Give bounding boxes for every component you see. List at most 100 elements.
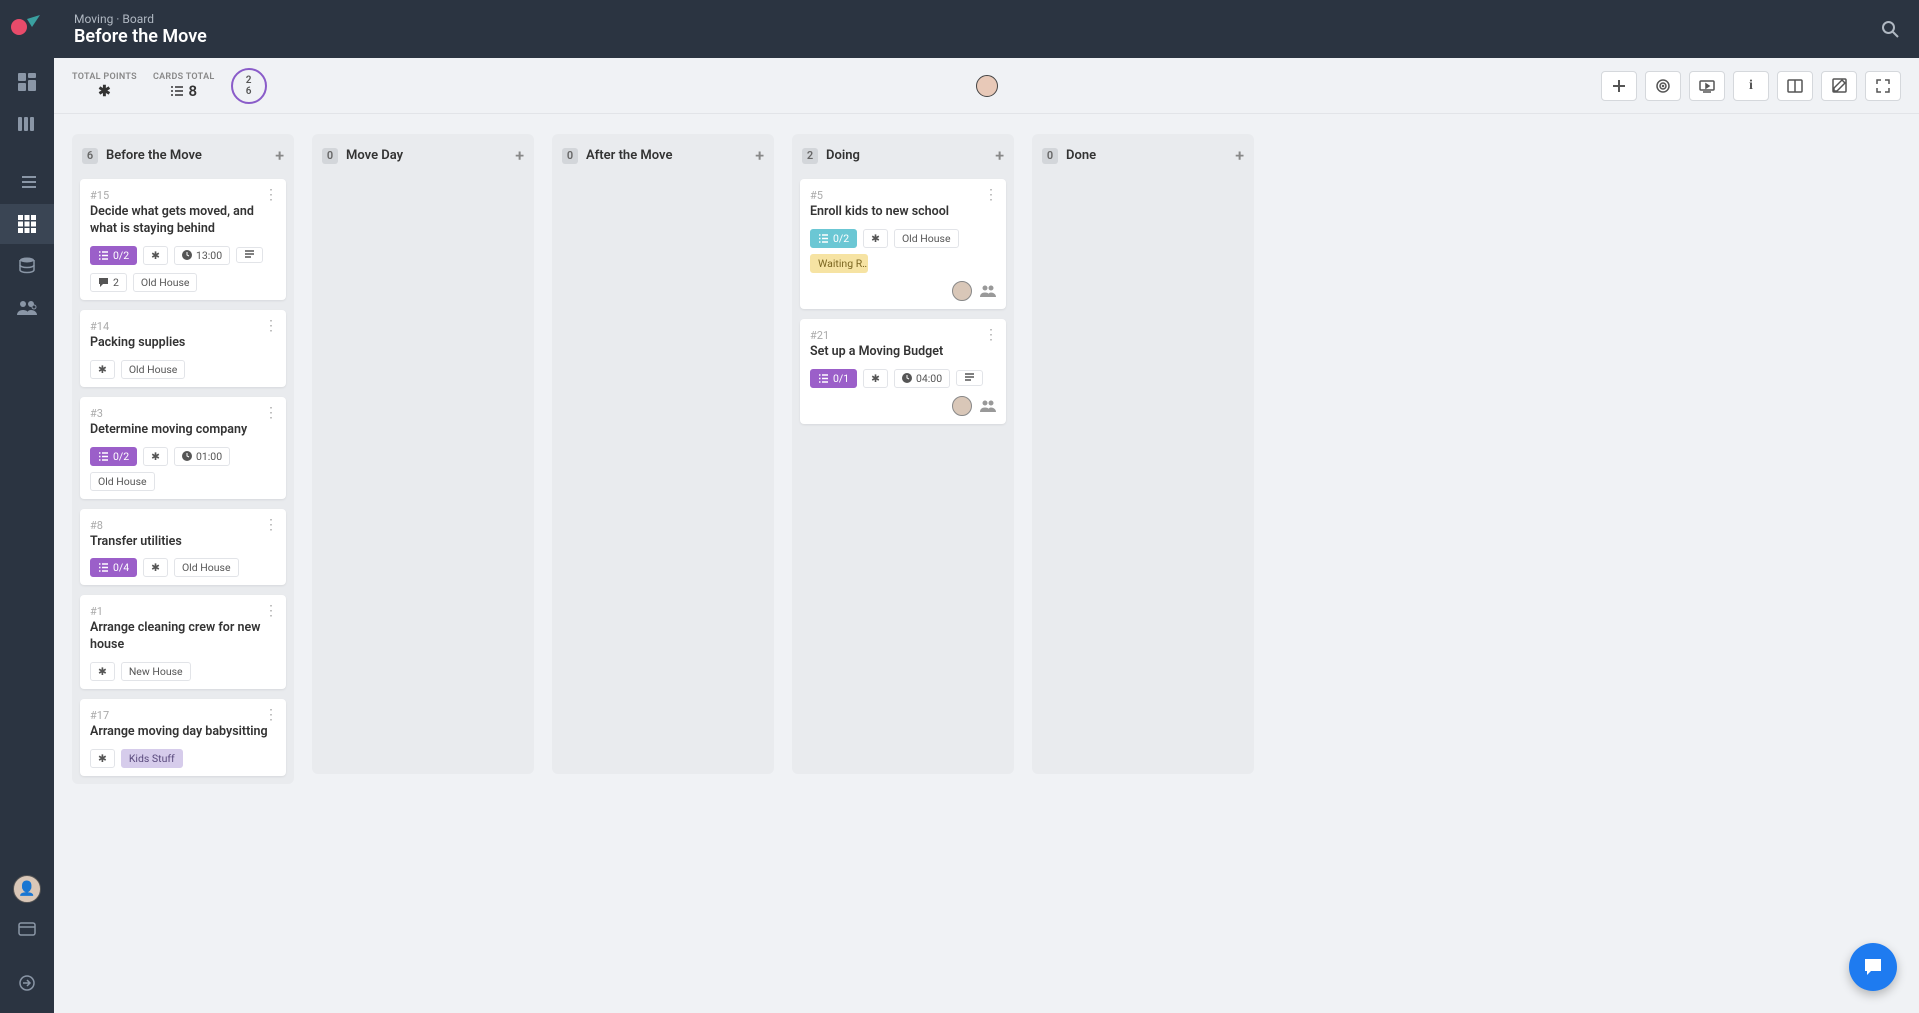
time-badge: 01:00 — [174, 447, 230, 466]
tag-badge: Kids Stuff — [121, 749, 183, 768]
card-id: #8 — [90, 519, 276, 532]
points-badge: ✱ — [143, 558, 168, 577]
column-title: Doing — [826, 148, 860, 163]
time-badge: 13:00 — [174, 246, 230, 265]
app-logo[interactable] — [9, 8, 45, 44]
card-menu-icon[interactable]: ⋮ — [264, 517, 278, 533]
card-id: #5 — [810, 189, 996, 202]
nav-logout[interactable] — [0, 963, 54, 1003]
card-id: #21 — [810, 329, 996, 342]
card-title: Packing supplies — [90, 335, 276, 352]
column-count: 0 — [562, 148, 578, 164]
kanban-board[interactable]: 6 Before the Move + #15 ⋮ Decide what ge… — [54, 114, 1919, 1013]
group-icon[interactable] — [980, 400, 996, 412]
card[interactable]: #8 ⋮ Transfer utilities 0/4✱Old House — [80, 509, 286, 586]
card-title: Set up a Moving Budget — [810, 344, 996, 361]
column-before-the-move[interactable]: 6 Before the Move + #15 ⋮ Decide what ge… — [72, 134, 294, 784]
card[interactable]: #17 ⋮ Arrange moving day babysitting ✱ Ki… — [80, 699, 286, 776]
card-menu-icon[interactable]: ⋮ — [264, 318, 278, 334]
columns-icon[interactable] — [1777, 71, 1813, 101]
search-icon[interactable] — [1881, 20, 1899, 38]
column-add-card[interactable]: + — [1235, 146, 1244, 165]
stat-cards-total: CARDS TOTAL 8 — [153, 72, 215, 100]
tag-badge: Old House — [121, 360, 186, 379]
column-title: Before the Move — [106, 148, 202, 163]
column-add-card[interactable]: + — [995, 146, 1004, 165]
nav-list[interactable] — [0, 162, 54, 202]
stat-total-points: TOTAL POINTS ✱ — [72, 72, 137, 100]
column-title: Move Day — [346, 148, 403, 163]
nav-dashboard[interactable] — [0, 62, 54, 102]
assignee-avatar[interactable] — [952, 281, 972, 301]
tag-badge: Old House — [174, 558, 239, 577]
tag-badge: Old House — [133, 273, 198, 292]
column-done[interactable]: 0 Done + — [1032, 134, 1254, 774]
card-id: #1 — [90, 605, 276, 618]
nav-user-avatar[interactable]: 👤 — [0, 869, 54, 909]
tag-badge: Waiting R… — [810, 254, 868, 273]
card-menu-icon[interactable]: ⋮ — [264, 405, 278, 421]
column-count: 2 — [802, 148, 818, 164]
card-menu-icon[interactable]: ⋮ — [264, 707, 278, 723]
card-id: #14 — [90, 320, 276, 333]
card-title: Arrange cleaning crew for new house — [90, 620, 276, 654]
description-icon — [236, 247, 263, 263]
comments-badge: 2 — [90, 273, 127, 292]
card-menu-icon[interactable]: ⋮ — [264, 187, 278, 203]
nav-boards[interactable] — [0, 104, 54, 144]
progress-ring[interactable]: 2 6 — [231, 68, 267, 104]
card-title: Determine moving company — [90, 422, 276, 439]
sidebar: 👤 — [0, 0, 54, 1013]
checklist-badge: 0/2 — [90, 246, 137, 265]
column-count: 0 — [1042, 148, 1058, 164]
card-menu-icon[interactable]: ⋮ — [264, 603, 278, 619]
card-menu-icon[interactable]: ⋮ — [984, 187, 998, 203]
card[interactable]: #15 ⋮ Decide what gets moved, and what i… — [80, 179, 286, 300]
nav-grid[interactable] — [0, 204, 54, 244]
fullscreen-icon[interactable] — [1865, 71, 1901, 101]
column-after-the-move[interactable]: 0 After the Move + — [552, 134, 774, 774]
points-badge: ✱ — [143, 246, 168, 265]
tag-badge: New House — [121, 662, 191, 681]
assignee-avatar[interactable] — [952, 396, 972, 416]
card[interactable]: #3 ⋮ Determine moving company 0/2✱01:00O… — [80, 397, 286, 499]
present-icon[interactable] — [1689, 71, 1725, 101]
column-doing[interactable]: 2 Doing + #5 ⋮ Enroll kids to new school… — [792, 134, 1014, 774]
chat-fab[interactable] — [1849, 943, 1897, 991]
points-badge: ✱ — [863, 369, 888, 388]
card[interactable]: #14 ⋮ Packing supplies ✱ Old House — [80, 310, 286, 387]
time-badge: 04:00 — [894, 369, 950, 388]
toolbar: TOTAL POINTS ✱ CARDS TOTAL 8 2 6 i — [54, 58, 1919, 114]
column-move-day[interactable]: 0 Move Day + — [312, 134, 534, 774]
tag-badge: Old House — [894, 229, 959, 248]
add-button[interactable] — [1601, 71, 1637, 101]
info-icon[interactable]: i — [1733, 71, 1769, 101]
nav-team[interactable] — [0, 288, 54, 328]
breadcrumb[interactable]: Moving · Board — [74, 12, 207, 26]
nav-billing[interactable] — [0, 909, 54, 949]
card-id: #17 — [90, 709, 276, 722]
card-title: Decide what gets moved, and what is stay… — [90, 204, 276, 238]
points-badge: ✱ — [90, 749, 115, 768]
card[interactable]: #5 ⋮ Enroll kids to new school 0/2✱Old H… — [800, 179, 1006, 309]
checklist-badge: 0/2 — [90, 447, 137, 466]
card-title: Transfer utilities — [90, 534, 276, 551]
points-badge: ✱ — [90, 662, 115, 681]
group-icon[interactable] — [980, 285, 996, 297]
edit-icon[interactable] — [1821, 71, 1857, 101]
points-badge: ✱ — [90, 360, 115, 379]
column-add-card[interactable]: + — [755, 146, 764, 165]
column-add-card[interactable]: + — [275, 146, 284, 165]
card[interactable]: #21 ⋮ Set up a Moving Budget 0/1✱04:00 — [800, 319, 1006, 424]
card-menu-icon[interactable]: ⋮ — [984, 327, 998, 343]
target-icon[interactable] — [1645, 71, 1681, 101]
card-id: #3 — [90, 407, 276, 420]
column-add-card[interactable]: + — [515, 146, 524, 165]
board-member-avatar[interactable] — [976, 75, 998, 97]
nav-database[interactable] — [0, 246, 54, 286]
card[interactable]: #1 ⋮ Arrange cleaning crew for new house… — [80, 595, 286, 689]
description-icon — [956, 370, 983, 386]
card-title: Arrange moving day babysitting — [90, 724, 276, 741]
points-badge: ✱ — [143, 447, 168, 466]
card-title: Enroll kids to new school — [810, 204, 996, 221]
